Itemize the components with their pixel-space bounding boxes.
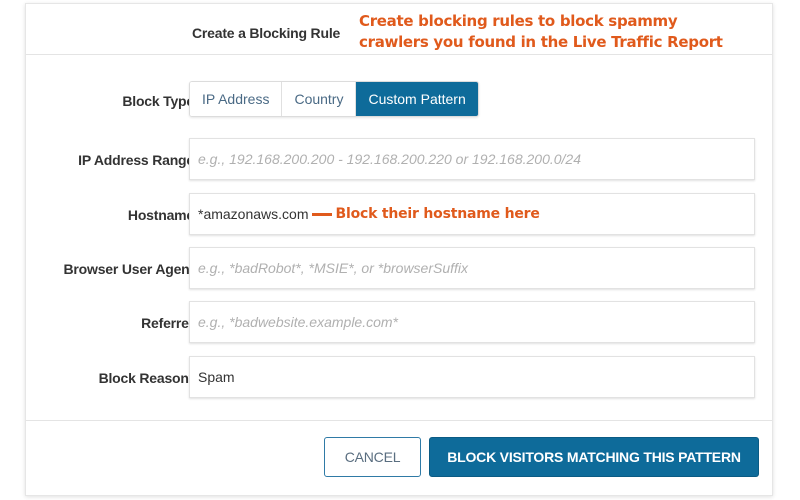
block-type-country[interactable]: Country [282, 82, 357, 116]
blocking-rule-card: Create a Blocking Rule Create blocking r… [25, 3, 773, 496]
user-agent-input[interactable] [190, 248, 754, 288]
block-reason-field-wrapper [189, 356, 755, 398]
annotation-arrow [311, 212, 332, 216]
hostname-label: Hostname [127, 207, 194, 223]
user-agent-field-wrapper [189, 247, 755, 289]
footer-divider [26, 420, 772, 421]
block-visitors-button[interactable]: BLOCK VISITORS MATCHING THIS PATTERN [429, 437, 759, 477]
block-reason-label: Block Reason* [98, 370, 195, 386]
ip-range-label: IP Address Range [78, 152, 194, 168]
referrer-field-wrapper [189, 301, 755, 343]
hostname-value: *amazonaws.com [198, 206, 309, 222]
card-title: Create a Blocking Rule [192, 25, 341, 41]
user-agent-label: Browser User Agent [63, 261, 195, 277]
referrer-label: Referrer [141, 315, 194, 331]
cancel-button[interactable]: CANCEL [324, 437, 421, 477]
header-annotation: Create blocking rules to block spammy cr… [359, 12, 723, 51]
block-type-ip-address[interactable]: IP Address [190, 82, 283, 116]
block-type-selector: IP Address Country Custom Pattern [189, 81, 479, 117]
referrer-input[interactable] [190, 302, 754, 342]
block-type-custom-pattern[interactable]: Custom Pattern [356, 82, 478, 116]
card-header: Create a Blocking Rule Create blocking r… [26, 4, 772, 55]
block-type-label: Block Type [122, 93, 194, 109]
ip-range-input[interactable] [190, 139, 754, 179]
block-reason-label-text: Block Reason [98, 370, 189, 386]
hostname-input[interactable]: *amazonaws.com Block their hostname here [189, 193, 755, 235]
block-reason-input[interactable] [190, 357, 754, 397]
ip-range-field-wrapper [189, 138, 755, 180]
hostname-content: *amazonaws.com Block their hostname here [198, 194, 540, 234]
hostname-annotation: Block their hostname here [335, 206, 540, 222]
